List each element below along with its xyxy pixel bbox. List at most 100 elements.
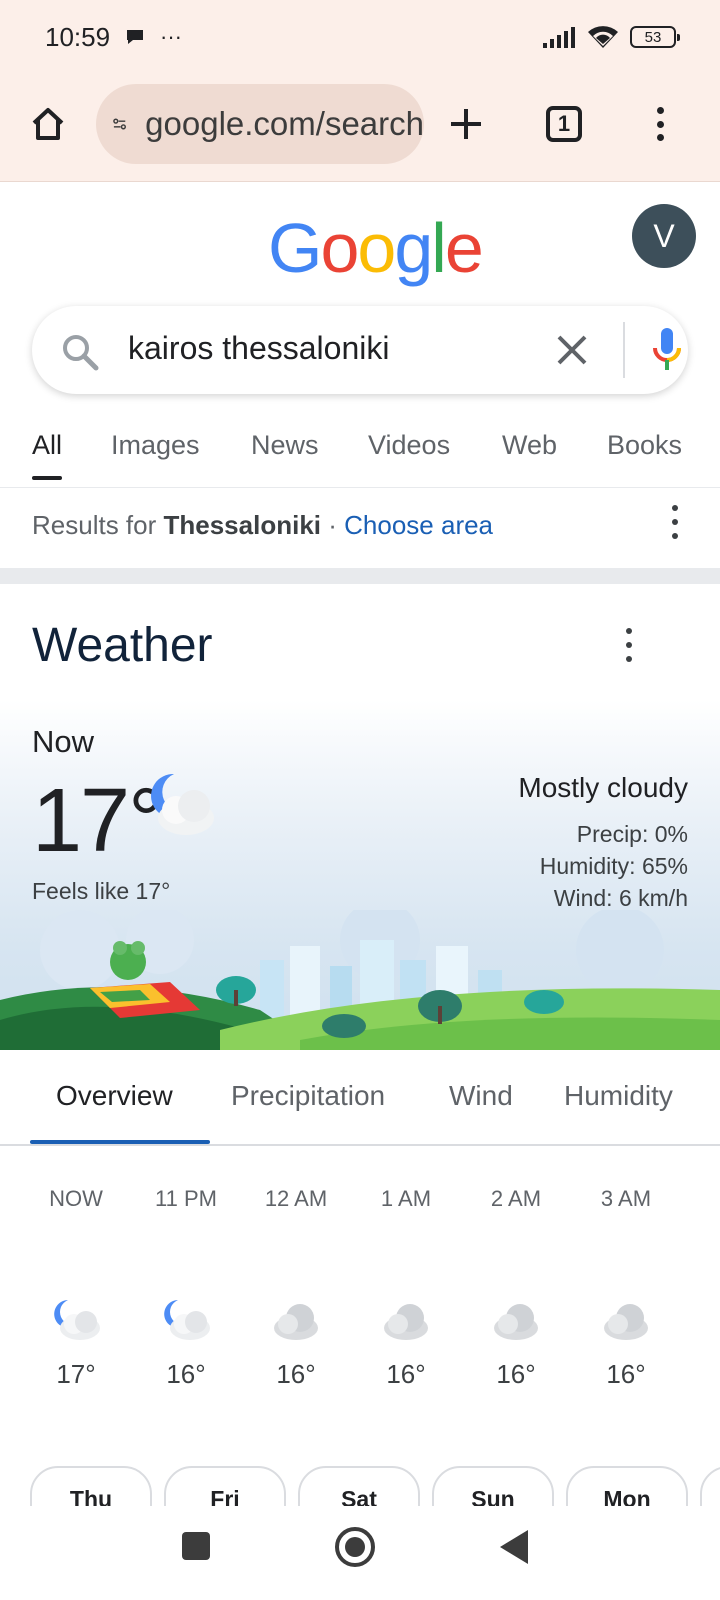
day-chip[interactable]: Fri bbox=[164, 1466, 286, 1506]
condition-details: Precip: 0% Humidity: 65% Wind: 6 km/h bbox=[540, 818, 688, 914]
cloud-icon bbox=[384, 1304, 428, 1340]
status-time: 10:59 bbox=[45, 22, 111, 52]
day-label: Thu bbox=[69, 1486, 113, 1506]
tab-images[interactable]: Images bbox=[111, 430, 200, 461]
hour-time: 11 PM bbox=[155, 1186, 217, 1211]
weather-title: Weather bbox=[32, 619, 213, 672]
address-bar[interactable]: google.com/search bbox=[96, 84, 424, 164]
tab-videos[interactable]: Videos bbox=[368, 430, 450, 461]
hourly-item: 3 AM 16° bbox=[570, 1186, 682, 1390]
plus-icon bbox=[451, 109, 481, 139]
logo-letter: g bbox=[394, 209, 433, 287]
search-query[interactable]: kairos thessaloniki bbox=[128, 330, 389, 367]
hourly-item: 2 AM 16° bbox=[460, 1186, 572, 1390]
overflow-dots: ··· bbox=[160, 24, 182, 49]
new-tab-button[interactable] bbox=[434, 92, 498, 156]
choose-area-link[interactable]: Choose area bbox=[344, 510, 493, 540]
tab-humidity[interactable]: Humidity bbox=[564, 1080, 673, 1112]
search-divider bbox=[623, 322, 625, 378]
site-settings-icon bbox=[113, 118, 126, 130]
moon-cloud-icon bbox=[151, 773, 214, 835]
current-temperature: 17° bbox=[32, 771, 164, 871]
search-icon bbox=[63, 335, 99, 371]
home-icon bbox=[32, 108, 64, 140]
status-bar: 10:59 ··· 53 bbox=[0, 0, 720, 78]
more-vert-icon bbox=[645, 107, 675, 141]
cloud-icon bbox=[494, 1304, 538, 1340]
results-location: Results for Thessaloniki · Choose area bbox=[32, 510, 493, 541]
home-nav-icon[interactable] bbox=[334, 1526, 376, 1568]
hour-temp: 16° bbox=[606, 1359, 646, 1389]
logo-letter: l bbox=[431, 209, 447, 287]
back-icon[interactable] bbox=[498, 1528, 530, 1566]
hour-time: NOW bbox=[49, 1186, 103, 1211]
google-logo[interactable]: Google bbox=[268, 208, 484, 288]
day-label: Sun bbox=[471, 1486, 515, 1506]
precip: Precip: 0% bbox=[576, 821, 688, 847]
search-box[interactable]: kairos thessaloniki bbox=[32, 306, 688, 394]
now-label: Now bbox=[32, 724, 95, 759]
moon-cloud-icon bbox=[164, 1300, 210, 1340]
logo-letter: G bbox=[268, 209, 322, 287]
weather-more-icon[interactable] bbox=[614, 628, 644, 662]
clear-icon[interactable] bbox=[554, 332, 590, 368]
hourly-item: 11 PM 16° bbox=[130, 1186, 242, 1390]
day-chip[interactable]: Sun bbox=[432, 1466, 554, 1506]
day-label: Mon bbox=[603, 1486, 651, 1506]
browser-menu-button[interactable] bbox=[628, 92, 692, 156]
tab-overview[interactable]: Overview bbox=[56, 1080, 173, 1112]
system-nav-bar bbox=[0, 1506, 720, 1600]
day-chip[interactable]: Sat bbox=[298, 1466, 420, 1506]
results-prefix: Results for bbox=[32, 510, 157, 540]
day-chip-overflow[interactable] bbox=[700, 1466, 720, 1506]
weather-current: Now 17° Feels like 17° Mostly cloudy Pre… bbox=[0, 700, 720, 1050]
daily-forecast: Thu Fri Sat Sun Mon bbox=[0, 1466, 720, 1506]
results-dot: · bbox=[328, 510, 337, 540]
home-button[interactable] bbox=[16, 92, 80, 156]
microphone-icon[interactable] bbox=[652, 326, 682, 374]
logo-letter: o bbox=[357, 209, 396, 287]
search-tabs: All Images News Videos Web Books bbox=[0, 420, 720, 488]
condition: Mostly cloudy bbox=[518, 772, 688, 803]
active-tab-indicator bbox=[30, 1140, 210, 1144]
signal-icon bbox=[543, 27, 575, 48]
hour-time: 1 AM bbox=[380, 1186, 432, 1211]
day-label: Sat bbox=[341, 1486, 377, 1506]
battery-indicator: 53 bbox=[630, 26, 680, 48]
url-text: google.com/search bbox=[145, 105, 424, 142]
tab-news[interactable]: News bbox=[251, 430, 319, 461]
chat-bubble-icon bbox=[127, 30, 143, 44]
hour-time: 12 AM bbox=[264, 1186, 328, 1211]
hour-time: 2 AM bbox=[490, 1186, 542, 1211]
cloud-icon bbox=[604, 1304, 648, 1340]
results-more-icon[interactable] bbox=[660, 505, 690, 539]
battery-level: 53 bbox=[644, 28, 662, 46]
logo-letter: o bbox=[320, 209, 359, 287]
status-right-icons: 53 bbox=[542, 24, 680, 50]
hour-temp: 17° bbox=[56, 1359, 96, 1389]
status-left-icons: ··· bbox=[124, 24, 182, 50]
hour-temp: 16° bbox=[276, 1359, 316, 1389]
humidity: Humidity: 65% bbox=[539, 853, 688, 879]
hourly-item: 12 AM 16° bbox=[240, 1186, 352, 1390]
weather-tabs: Overview Precipitation Wind Humidity bbox=[0, 1050, 720, 1146]
tab-books[interactable]: Books bbox=[607, 430, 682, 461]
recents-icon[interactable] bbox=[180, 1530, 212, 1562]
account-avatar[interactable]: V bbox=[632, 204, 696, 268]
hour-time: 3 AM bbox=[600, 1186, 652, 1211]
tab-web[interactable]: Web bbox=[502, 430, 557, 461]
hour-temp: 16° bbox=[496, 1359, 536, 1389]
wifi-icon bbox=[588, 26, 618, 48]
browser-chrome: 10:59 ··· 53 google.com/search 1 bbox=[0, 0, 720, 182]
section-separator bbox=[0, 568, 720, 584]
tab-precipitation[interactable]: Precipitation bbox=[231, 1080, 385, 1112]
day-chip[interactable]: Thu bbox=[30, 1466, 152, 1506]
day-chip[interactable]: Mon bbox=[566, 1466, 688, 1506]
tab-wind[interactable]: Wind bbox=[449, 1080, 513, 1112]
hourly-forecast: NOW 17° 11 PM 16° 12 AM 16° 1 AM 16° 2 A… bbox=[20, 1186, 700, 1416]
hourly-item: NOW 17° bbox=[20, 1186, 132, 1390]
weather-illustration bbox=[0, 910, 720, 1050]
tab-count: 1 bbox=[557, 111, 571, 136]
tab-switcher-button[interactable]: 1 bbox=[532, 92, 596, 156]
tab-all[interactable]: All bbox=[32, 430, 63, 480]
